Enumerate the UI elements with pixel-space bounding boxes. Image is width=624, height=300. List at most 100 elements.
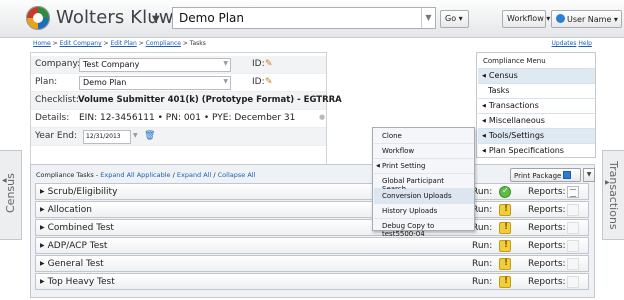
run-warning-icon[interactable] [499, 204, 511, 216]
task-name: ▶ Allocation [40, 205, 92, 215]
expand-caret-icon: ▶ [40, 260, 45, 267]
tools-settings-popup-menu: Clone Workflow ◀ Print Setting Global Par… [372, 127, 475, 238]
triangle-left-icon: ◀ [376, 163, 380, 169]
compliance-menu-census[interactable]: ◀ Census [478, 68, 595, 83]
run-label: Run: [472, 259, 493, 269]
top-links: Updates Help [552, 40, 592, 47]
task-row-top-heavy-test[interactable]: ▶Top Heavy Test Run: Reports: [35, 273, 589, 290]
reports-label: Reports: [528, 241, 566, 251]
reports-label: Reports: [528, 205, 566, 215]
go-button[interactable]: Go ▾ [440, 10, 469, 28]
app-header: Wolters Kluwer ▼ Demo Plan ▼ Go ▾ Workfl… [0, 0, 624, 38]
breadcrumb-home[interactable]: Home [33, 40, 51, 47]
yearend-date-input[interactable]: 12/31/2013 [83, 130, 131, 144]
breadcrumb: Home > Edit Company > Edit Plan > Compli… [33, 40, 206, 47]
report-document-icon [567, 204, 579, 216]
details-info-icon[interactable]: ● [319, 113, 325, 121]
run-warning-icon[interactable] [499, 258, 511, 270]
census-side-tab-label: Census [4, 173, 17, 213]
company-value: Test Company [83, 60, 140, 69]
collapse-all-link[interactable]: Collapse All [218, 171, 256, 179]
edit-plan-pencil-icon[interactable]: ✎ [265, 77, 273, 87]
reports-label: Reports: [528, 277, 566, 287]
popup-item-clone[interactable]: Clone [374, 129, 474, 144]
task-name: ▶ ADP/ACP Test [40, 241, 107, 251]
tasks-header: Compliance Tasks - Expand All Applicable… [36, 171, 256, 179]
report-document-icon [567, 240, 579, 252]
popup-item-global-participant-search[interactable]: Global Participant Search [374, 174, 474, 193]
compliance-menu-tasks-label: Tasks [488, 86, 510, 95]
expand-caret-icon: ▶ [40, 278, 45, 285]
task-row-combined-test[interactable]: ▶Combined Test Run: Reports: [35, 219, 589, 236]
breadcrumb-separator: > [180, 40, 190, 47]
details-row: Details: EIN: 12-3456111 • PN: 001 • PYE… [31, 110, 326, 128]
run-warning-icon[interactable] [499, 276, 511, 288]
company-row: Company: Test Company ▼ ID: ✎ [31, 56, 326, 74]
popup-item-history-uploads[interactable]: History Uploads [374, 204, 474, 219]
task-row-general-test[interactable]: ▶General Test Run: Reports: [35, 255, 589, 272]
compliance-menu-transactions-label: Transactions [488, 101, 539, 110]
company-select[interactable]: Test Company ▼ [79, 58, 231, 72]
reports-label: Reports: [528, 223, 566, 233]
print-package-checkbox-icon[interactable] [563, 171, 572, 179]
yearend-chevron-down-icon[interactable]: ▼ [133, 132, 138, 139]
expand-caret-icon: ▶ [40, 224, 45, 231]
transactions-side-tab[interactable]: ▶ Transactions [602, 150, 624, 240]
plan-row: Plan: Demo Plan ▼ ID: ✎ [31, 74, 326, 92]
task-row-scrub-eligibility[interactable]: ▶Scrub/Eligibility Run: Reports: [35, 183, 589, 200]
compliance-menu-tools-settings[interactable]: ◀ Tools/Settings [478, 128, 595, 143]
plan-select[interactable]: Demo Plan ▼ [79, 76, 231, 90]
compliance-menu-tasks[interactable]: Tasks [478, 83, 595, 98]
task-name-label: Top Heavy Test [47, 277, 115, 287]
edit-company-pencil-icon[interactable]: ✎ [265, 59, 273, 69]
expand-caret-icon: ▶ [40, 242, 45, 249]
triangle-left-icon: ◀ [482, 73, 486, 79]
compliance-menu-transactions[interactable]: ◀ Transactions [478, 98, 595, 113]
user-menu-button[interactable]: User Name ▾ [551, 10, 622, 28]
transactions-side-tab-label: Transactions [607, 161, 620, 230]
run-ok-icon[interactable] [499, 186, 511, 198]
compliance-menu-miscellaneous[interactable]: ◀ Miscellaneous [478, 113, 595, 128]
popup-item-workflow[interactable]: Workflow [374, 144, 474, 159]
task-name: ▶ Top Heavy Test [40, 277, 115, 287]
run-warning-icon[interactable] [499, 240, 511, 252]
popup-item-debug-copy[interactable]: Debug Copy to test5500-04 [374, 219, 474, 238]
brand-menu-caret-icon[interactable]: ▼ [152, 14, 160, 25]
plan-dropdown-arrow-icon[interactable]: ▼ [421, 8, 435, 28]
trash-icon[interactable]: 🗑 [144, 131, 155, 141]
breadcrumb-separator: > [136, 40, 146, 47]
help-link[interactable]: Help [578, 40, 592, 47]
compliance-menu-plan-specifications[interactable]: ◀ Plan Specifications [478, 143, 595, 158]
report-document-icon [567, 222, 579, 234]
census-side-tab[interactable]: ◀ Census [0, 150, 22, 240]
report-document-icon [567, 276, 579, 288]
print-package-dropdown-icon[interactable]: ▼ [583, 168, 595, 182]
compliance-menu-title: Compliance Menu [483, 57, 546, 65]
breadcrumb-edit-plan[interactable]: Edit Plan [110, 40, 136, 47]
breadcrumb-edit-company[interactable]: Edit Company [60, 40, 102, 47]
company-id-label: ID: [252, 59, 265, 69]
run-label: Run: [472, 241, 493, 251]
compliance-menu-census-label: Census [488, 71, 518, 80]
popup-item-print-setting[interactable]: ◀ Print Setting [374, 159, 474, 174]
task-row-adp-acp-test[interactable]: ▶ADP/ACP Test Run: Reports: [35, 237, 589, 254]
print-package-button[interactable]: Print Package [510, 168, 581, 182]
expand-all-link[interactable]: Expand All [177, 171, 211, 179]
run-warning-icon[interactable] [499, 222, 511, 234]
popup-item-conversion-uploads[interactable]: Conversion Uploads [374, 189, 474, 204]
popup-item-print-setting-label: Print Setting [382, 162, 426, 170]
updates-link[interactable]: Updates [552, 40, 577, 47]
breadcrumb-separator: > [50, 40, 60, 47]
breadcrumb-current: Tasks [189, 40, 206, 47]
report-document-icon[interactable] [567, 186, 579, 198]
user-icon [556, 14, 565, 23]
plan-search-input[interactable]: Demo Plan [172, 7, 436, 29]
checklist-label: Checklist: [35, 95, 79, 105]
workflow-button[interactable]: Workflow ▾ [502, 10, 550, 28]
breadcrumb-compliance[interactable]: Compliance [146, 40, 181, 47]
expand-caret-icon: ▶ [40, 188, 45, 195]
expand-all-applicable-link[interactable]: Expand All Applicable [100, 171, 170, 179]
task-row-allocation[interactable]: ▶Allocation Run: Reports: [35, 201, 589, 218]
details-label: Details: [35, 113, 70, 123]
details-value: EIN: 12-3456111 • PN: 001 • PYE: Decembe… [79, 113, 296, 123]
